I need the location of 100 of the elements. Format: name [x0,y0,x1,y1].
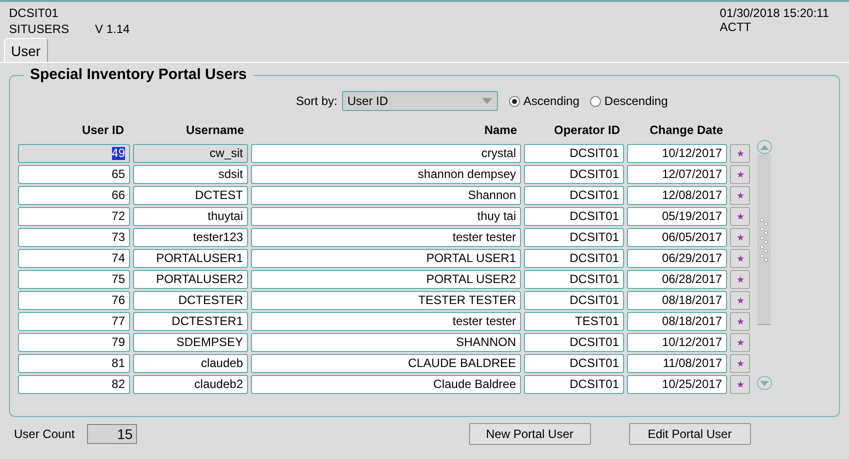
table-cell[interactable]: 82 [18,375,130,394]
table-cell[interactable]: 79 [18,333,130,352]
table-cell[interactable]: 73 [18,228,130,247]
table-cell[interactable]: 11/08/2017 [627,354,727,373]
table-cell[interactable]: sdsit [133,165,248,184]
down-arrow-icon [760,380,768,386]
star-icon [736,192,744,199]
column-header: Operator ID [552,122,621,139]
star-button[interactable] [730,249,750,268]
table-cell[interactable]: DCSIT01 [524,375,624,394]
table-cell[interactable]: cw_sit [133,144,248,163]
table-cell[interactable]: thuytai [133,207,248,226]
table-cell[interactable]: PORTAL USER2 [251,270,521,289]
table-cell[interactable]: TESTER TESTER [251,291,521,310]
version-label: V 1.14 [95,22,130,38]
radio-option[interactable]: Ascending [509,94,580,108]
table-cell[interactable]: DCSIT01 [524,207,624,226]
table-cell[interactable]: 06/28/2017 [627,270,727,289]
table-cell[interactable]: DCSIT01 [524,354,624,373]
star-icon [736,381,744,388]
column-header: User ID [80,122,125,139]
table-cell[interactable]: PORTAL USER1 [251,249,521,268]
star-icon [736,150,744,157]
table-cell[interactable]: SHANNON [251,333,521,352]
table-cell[interactable]: 65 [18,165,130,184]
table-cell[interactable]: DCTESTER [133,291,248,310]
column-header: Change Date [648,122,724,139]
table-cell[interactable]: 06/05/2017 [627,228,727,247]
table-cell[interactable]: claudeb [133,354,248,373]
star-button[interactable] [730,186,750,205]
star-button[interactable] [730,165,750,184]
column-header: Username [184,122,245,139]
star-icon [736,339,744,346]
table-cell[interactable]: DCTEST [133,186,248,205]
tab[interactable]: User [4,38,48,62]
star-button[interactable] [730,228,750,247]
table-cell[interactable]: DCSIT01 [524,270,624,289]
table-cell[interactable]: TEST01 [524,312,624,331]
table-cell[interactable]: 06/29/2017 [627,249,727,268]
table-cell[interactable]: DCSIT01 [524,186,624,205]
table-cell[interactable]: DCSIT01 [524,144,624,163]
star-button[interactable] [730,354,750,373]
date-time: 01/30/2018 15:20:11 [720,6,829,20]
star-button[interactable] [730,207,750,226]
star-icon [736,360,744,367]
user-code: ACTT [720,20,752,34]
table-cell[interactable]: DCSIT01 [524,165,624,184]
table-cell[interactable]: 10/12/2017 [627,144,727,163]
star-button[interactable] [730,144,750,163]
table-cell[interactable]: Shannon [251,186,521,205]
app-code: DCSIT01 [9,6,60,22]
star-button[interactable] [730,312,750,331]
caret-icon [482,98,492,104]
table-cell[interactable]: tester tester [251,312,521,331]
table-cell[interactable]: 10/25/2017 [627,375,727,394]
table-cell[interactable]: 66 [18,186,130,205]
column-header: Name [483,122,518,139]
table-cell[interactable]: 05/19/2017 [627,207,727,226]
table-cell[interactable]: 08/18/2017 [627,291,727,310]
table-cell[interactable]: DCSIT01 [524,228,624,247]
star-icon [736,234,744,241]
star-button[interactable] [730,375,750,394]
table-cell[interactable]: CLAUDE BALDREE [251,354,521,373]
table-cell[interactable]: 12/07/2017 [627,165,727,184]
table-cell[interactable]: 74 [18,249,130,268]
table-cell[interactable]: 08/18/2017 [627,312,727,331]
table-cell[interactable]: PORTALUSER1 [133,249,248,268]
table-cell[interactable]: crystal [251,144,521,163]
table-cell[interactable]: 10/12/2017 [627,333,727,352]
table-cell[interactable]: thuy tai [251,207,521,226]
table-cell[interactable]: 81 [18,354,130,373]
up-arrow-icon [760,144,768,150]
star-button[interactable] [730,333,750,352]
table-cell[interactable]: claudeb2 [133,375,248,394]
table-cell[interactable]: DCSIT01 [524,333,624,352]
star-icon [736,213,744,220]
panel-title: Special Inventory Portal Users [24,66,253,83]
table-cell[interactable]: 12/08/2017 [627,186,727,205]
table-cell[interactable]: 75 [18,270,130,289]
new-user-button[interactable]: New Portal User [468,423,591,445]
table-cell[interactable]: DCTESTER1 [133,312,248,331]
count-field: 15 [86,424,137,444]
count-label: User Count [14,427,75,441]
star-button[interactable] [730,291,750,310]
table-cell[interactable]: tester tester [251,228,521,247]
table-cell[interactable]: DCSIT01 [524,249,624,268]
table-cell[interactable]: shannon dempsey [251,165,521,184]
star-icon [736,255,744,262]
sort-dropdown[interactable]: User ID [342,91,498,111]
table-cell[interactable]: 72 [18,207,130,226]
table-cell[interactable]: Claude Baldree [251,375,521,394]
table-cell[interactable]: DCSIT01 [524,291,624,310]
star-button[interactable] [730,270,750,289]
table-cell[interactable]: 77 [18,312,130,331]
edit-user-button[interactable]: Edit Portal User [628,423,751,445]
radio-option[interactable]: Descending [590,94,668,108]
table-cell[interactable]: 76 [18,291,130,310]
table-cell[interactable]: tester123 [133,228,248,247]
table-cell[interactable]: PORTALUSER2 [133,270,248,289]
table-cell[interactable]: SDEMPSEY [133,333,248,352]
